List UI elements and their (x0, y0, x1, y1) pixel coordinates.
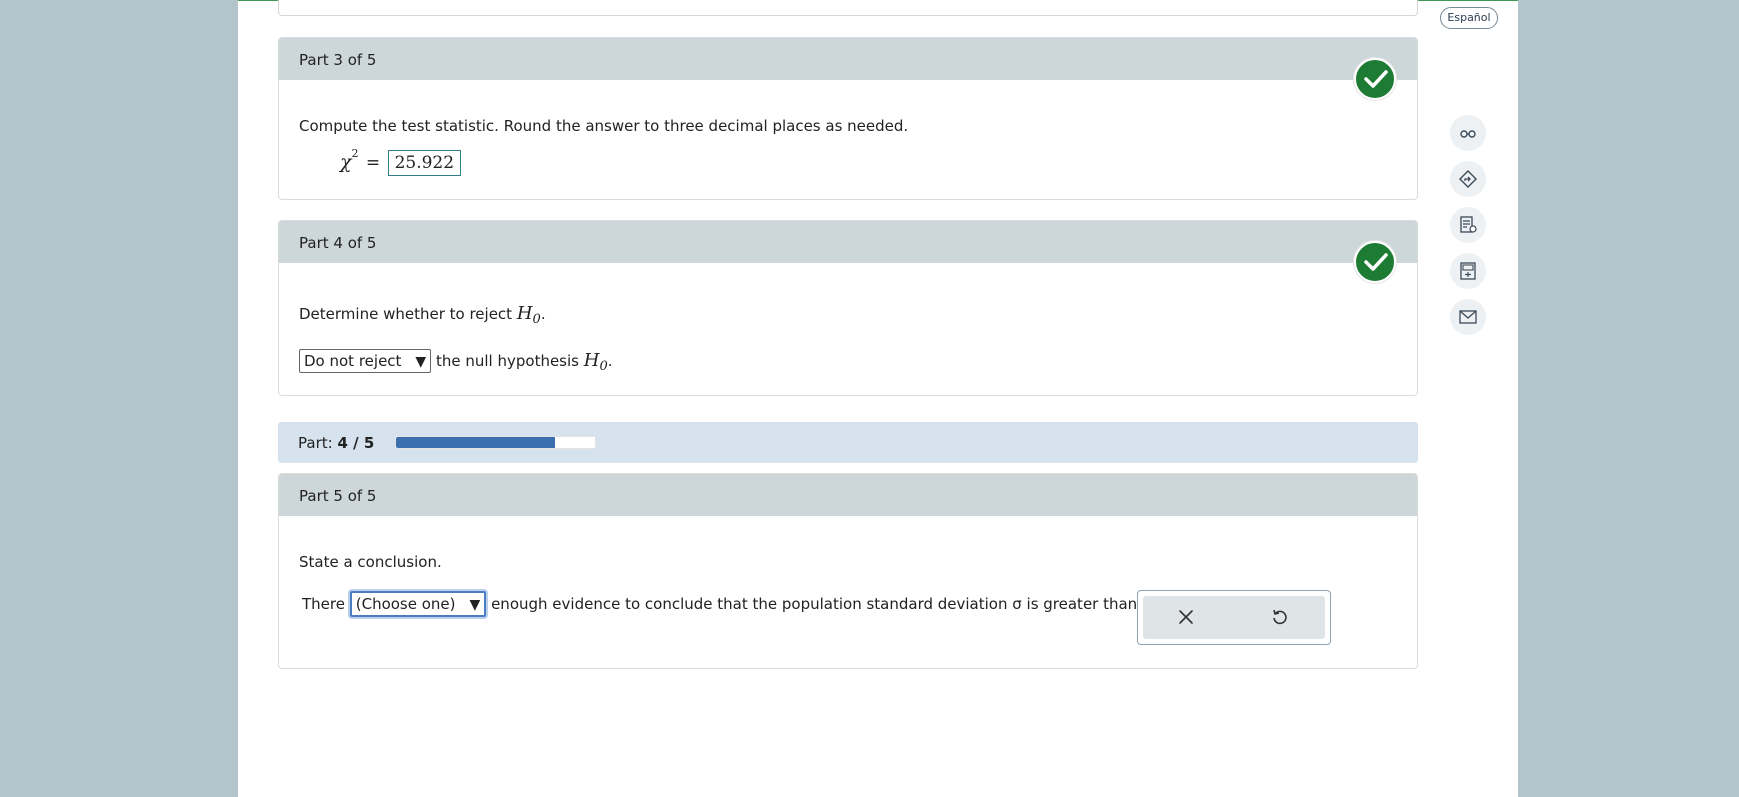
progress-label-text: Part: (298, 434, 333, 452)
reject-decision-value: Do not reject (304, 352, 402, 370)
period-2: . (607, 352, 613, 370)
previous-part-card (278, 0, 1418, 16)
conclusion-select[interactable]: (Choose one) ▼ (349, 591, 487, 617)
answer-tools-panel (1137, 590, 1331, 645)
share-icon[interactable] (1450, 161, 1486, 197)
answer-tools-bar (1143, 596, 1325, 639)
part5-suffix: enough evidence to conclude that the pop… (491, 595, 1166, 613)
progress-value: 4 / 5 (337, 434, 375, 452)
dropdown-arrow-icon: ▼ (469, 597, 481, 613)
part3-title: Part 3 of 5 (299, 51, 377, 69)
h0-h-2: H (583, 350, 600, 371)
chi-symbol: χ (340, 151, 352, 173)
h0-sub-2: 0 (599, 359, 608, 374)
part4-card: Part 4 of 5 Determine whether to reject … (278, 220, 1418, 396)
equals-sign: = (365, 153, 381, 173)
chi-exponent: 2 (351, 147, 359, 161)
part3-equation: χ2 = 25.922 (340, 147, 462, 176)
period: . (540, 305, 546, 323)
part5-instruction: State a conclusion. (299, 553, 442, 571)
conclusion-select-value: (Choose one) (355, 595, 456, 613)
language-button[interactable]: Español (1440, 7, 1498, 29)
dropdown-arrow-icon: ▼ (415, 354, 427, 370)
part4-instruction-text: Determine whether to reject (299, 305, 513, 323)
checklist-icon[interactable] (1450, 207, 1486, 243)
progress-fill (396, 437, 556, 448)
part3-instruction: Compute the test statistic. Round the an… (299, 117, 909, 135)
undo-icon[interactable] (1271, 608, 1289, 630)
part3-card: Part 3 of 5 Compute the test statistic. … (278, 37, 1418, 200)
h0-h: H (516, 303, 533, 324)
part5-title: Part 5 of 5 (299, 487, 377, 505)
part5-header: Part 5 of 5 (279, 474, 1417, 516)
h0-sub: 0 (532, 312, 541, 327)
progress-label: Part: 4 / 5 (298, 434, 374, 452)
part4-suffix: the null hypothesis (435, 352, 579, 370)
part5-prefix: There (302, 595, 345, 613)
reject-decision-select[interactable]: Do not reject ▼ (299, 349, 432, 373)
glasses-icon[interactable] (1450, 115, 1486, 151)
test-statistic-answer[interactable]: 25.922 (387, 150, 462, 176)
part-progress: Part: 4 / 5 (278, 422, 1418, 463)
close-icon[interactable] (1178, 609, 1194, 629)
part4-header: Part 4 of 5 (279, 221, 1417, 263)
progress-bar (395, 436, 596, 449)
mail-icon[interactable] (1450, 299, 1486, 335)
part5-answer-row: There (Choose one) ▼ enough evidence to c… (302, 591, 1166, 617)
part4-instruction: Determine whether to reject H0. (299, 303, 546, 327)
part3-check-icon (1354, 58, 1396, 100)
part4-check-icon (1354, 241, 1396, 283)
part4-answer-row: Do not reject ▼ the null hypothesis H0. (299, 349, 613, 374)
part4-title: Part 4 of 5 (299, 234, 377, 252)
calculator-icon[interactable] (1450, 253, 1486, 289)
part3-header: Part 3 of 5 (279, 38, 1417, 80)
